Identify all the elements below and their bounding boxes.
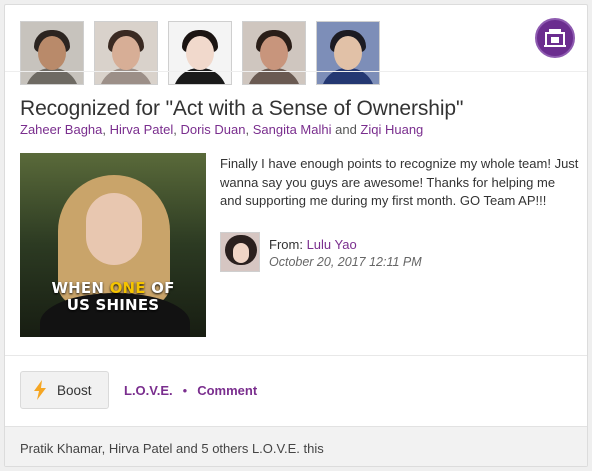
- action-separator: •: [182, 382, 188, 398]
- boost-button[interactable]: Boost: [20, 371, 109, 409]
- love-button[interactable]: L.O.V.E.: [124, 383, 173, 398]
- recipient-avatars: [20, 21, 380, 85]
- sender-avatar[interactable]: [220, 232, 260, 272]
- sender-date: October 20, 2017 12:11 PM: [269, 255, 422, 269]
- gif-figure-face: [86, 193, 142, 265]
- recipient-separator: ,: [245, 122, 253, 137]
- avatar-hirva[interactable]: [94, 21, 158, 85]
- comment-button[interactable]: Comment: [197, 383, 257, 398]
- love-summary[interactable]: Pratik Khamar, Hirva Patel and 5 others …: [5, 426, 587, 466]
- recognition-title: Recognized for "Act with a Sense of Owne…: [20, 97, 464, 120]
- sender-from: From: Lulu Yao: [269, 237, 357, 252]
- recipient-link-sangita[interactable]: Sangita Malhi: [253, 122, 332, 137]
- recipient-list: Zaheer Bagha, Hirva Patel, Doris Duan, S…: [20, 122, 423, 137]
- avatar-ziqi[interactable]: [316, 21, 380, 85]
- recognition-message: Finally I have enough points to recogniz…: [220, 156, 579, 208]
- sender-name-link[interactable]: Lulu Yao: [307, 237, 357, 252]
- action-bar: Boost L.O.V.E. • Comment: [20, 371, 257, 409]
- recipient-link-hirva[interactable]: Hirva Patel: [110, 122, 174, 137]
- header-divider: [5, 71, 587, 72]
- avatar-doris[interactable]: [168, 21, 232, 85]
- recipient-link-zaheer[interactable]: Zaheer Bagha: [20, 122, 102, 137]
- boost-label: Boost: [57, 382, 92, 398]
- company-badge-icon[interactable]: [535, 18, 575, 58]
- avatar-zaheer[interactable]: [20, 21, 84, 85]
- recipient-link-ziqi[interactable]: Ziqi Huang: [360, 122, 423, 137]
- actions-divider: [5, 355, 587, 356]
- recognition-gif[interactable]: WHEN ONE OF US SHINES: [20, 153, 206, 337]
- recipient-and: and: [331, 122, 361, 137]
- recognition-card: Recognized for "Act with a Sense of Owne…: [4, 4, 588, 467]
- lightning-bolt-icon: [34, 380, 46, 400]
- avatar-sangita[interactable]: [242, 21, 306, 85]
- recipient-link-doris[interactable]: Doris Duan: [180, 122, 245, 137]
- gif-caption: WHEN ONE OF US SHINES: [51, 279, 175, 314]
- recipient-separator: ,: [102, 122, 110, 137]
